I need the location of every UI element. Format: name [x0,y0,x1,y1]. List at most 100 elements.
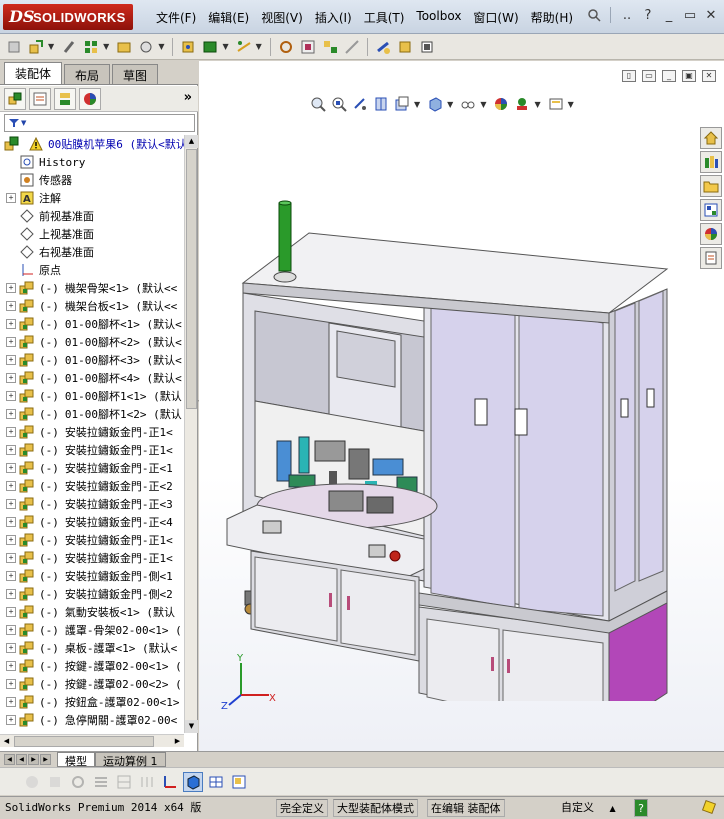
exploded-view-icon[interactable] [320,37,340,57]
display-style-icon[interactable] [459,95,477,113]
shaded-with-edges-icon[interactable] [183,771,203,792]
apply-scene-icon[interactable] [513,95,531,113]
axes-icon[interactable] [160,772,180,792]
section-icon[interactable] [45,772,65,792]
tree-component[interactable]: + (-) 機架骨架<1> (默认<< [0,279,184,297]
drawing-view-icon[interactable] [229,772,249,792]
display-manager-icon[interactable] [79,87,101,110]
chevron-down-icon[interactable]: ▼ [568,100,574,109]
instant3d-icon[interactable] [395,37,415,57]
start-button-right[interactable] [368,544,386,558]
pin-icon[interactable] [585,6,603,24]
insert-component-icon[interactable] [26,37,46,57]
tree-component[interactable]: + (-) 安裝拉鏽鈑金門-正<3 [0,495,184,513]
expand-toggle[interactable]: + [6,337,16,347]
tab-motion-study[interactable]: 运动算例 1 [95,752,166,768]
next-tab-arrow[interactable]: ▶ [28,754,39,765]
help-icon[interactable]: ? [639,6,657,24]
tab-assembly[interactable]: 装配体 [4,62,63,84]
view-settings-icon[interactable] [547,95,565,113]
tree-component[interactable]: + (-) 安裝拉鏽鈑金門-正1< [0,531,184,549]
chevron-down-icon[interactable]: ▼ [447,100,453,109]
tree-component[interactable]: + (-) 護罩-骨架02-00<1> ( [0,621,184,639]
tree-component[interactable]: + (-) 按鍵-護罩02-00<1> ( [0,657,184,675]
expand-toggle[interactable]: + [6,427,16,437]
tree-component[interactable]: + (-) 安裝拉鏽鈑金門-正<1 [0,459,184,477]
expand-toggle[interactable]: + [6,481,16,491]
expand-toggle[interactable]: + [6,553,16,563]
zoom-to-fit-icon[interactable] [309,95,327,113]
tree-component[interactable]: + (-) 急停閘關-護罩02-00< [0,711,184,729]
expand-toggle[interactable]: + [6,643,16,653]
tree-component[interactable]: + (-) 01-00腳杯<4> (默认< [0,369,184,387]
scroll-down-arrow[interactable]: ▼ [185,720,198,733]
expand-toggle[interactable]: + [6,661,16,671]
rotate-icon[interactable] [68,772,88,792]
restore-button[interactable]: ▭ [681,6,699,24]
lower-door[interactable] [254,556,338,642]
menu-toolbox[interactable]: Toolbox [410,9,467,27]
cabinet-door-right[interactable] [518,307,604,617]
large-assembly-mode-icon[interactable] [417,37,437,57]
graphics-area[interactable]: ▯ ▭ _ ▣ ✕ ▼ ▼ ▼ ▼ ▼ Y X Z [199,61,724,751]
tree-component[interactable]: + (-) 01-00腳杯<2> (默认< [0,333,184,351]
dynamic-annotation-icon[interactable] [393,95,411,113]
expand-toggle[interactable]: + [6,535,16,545]
expand-toggle[interactable]: + [6,499,16,509]
expand-toggle[interactable]: + [6,355,16,365]
explode-line-sketch-icon[interactable] [342,37,362,57]
view-orientation-icon[interactable] [426,95,444,113]
tree-component[interactable]: + (-) 01-00腳杯1<1> (默认 [0,387,184,405]
expand-toggle[interactable]: + [6,697,16,707]
chevron-down-icon[interactable]: ▼ [256,42,262,51]
tree-item[interactable]: History [0,153,184,171]
prev-tab-arrow[interactable]: ◀ [16,754,27,765]
scroll-left-arrow[interactable]: ◀ [0,735,13,748]
expand-toggle[interactable]: + [6,517,16,527]
bill-of-materials-icon[interactable] [298,37,318,57]
tree-component[interactable]: + (-) 安裝拉鏽鈑金門-正<2 [0,477,184,495]
tab-layout[interactable]: 布局 [64,64,111,84]
previous-view-icon[interactable] [351,95,369,113]
tree-component[interactable]: + (-) 安裝拉鏽鈑金門-正1< [0,423,184,441]
property-manager-icon[interactable] [29,87,51,110]
minimize-button[interactable]: _ [660,6,678,24]
new-motion-study-icon[interactable] [276,37,296,57]
start-button-left[interactable] [262,520,282,534]
expand-toggle[interactable]: + [6,625,16,635]
assembly-features-icon[interactable] [200,37,220,57]
chevron-down-icon[interactable]: ▼ [480,100,486,109]
tree-component[interactable]: + (-) 安裝拉鏽鈑金門-正1< [0,441,184,459]
expand-toggle[interactable]: + [6,715,16,725]
units-selector[interactable]: 自定义 ▲ [540,799,630,817]
tree-component[interactable]: + (-) 安裝拉鏽鈑金門-正1< [0,549,184,567]
tree-component[interactable]: + (-) 桌板-護罩<1> (默认< [0,639,184,657]
more-button[interactable]: .. [618,6,636,24]
chevron-down-icon[interactable]: ▼ [103,42,109,51]
close-button[interactable]: ✕ [702,6,720,24]
tab-sketch[interactable]: 草图 [112,64,159,84]
list-view-icon[interactable] [91,772,111,792]
chevron-down-icon[interactable]: ▼ [222,42,228,51]
show-hidden-icon[interactable] [178,37,198,57]
view-palette-icon[interactable] [700,199,722,221]
chevron-down-icon[interactable]: ▼ [158,42,164,51]
more-tabs-button[interactable]: » [184,90,192,105]
expand-toggle[interactable]: + [6,193,16,203]
viewport-minimize-button[interactable]: _ [662,70,676,82]
chevron-down-icon[interactable]: ▼ [534,100,540,109]
grid-view-icon[interactable] [114,772,134,792]
tree-component[interactable]: + (-) 安裝拉鏽鈑金門-側<2 [0,585,184,603]
tree-component[interactable]: + (-) 安裝拉鏽鈑金門-正<4 [0,513,184,531]
reference-geometry-icon[interactable] [234,37,254,57]
linear-pattern-icon[interactable] [81,37,101,57]
lower-door[interactable] [502,629,604,701]
section-view-icon[interactable] [372,95,390,113]
help-icon[interactable]: ? [634,799,648,817]
first-tab-arrow[interactable]: ◀ [4,754,15,765]
tree-item[interactable]: 原点 [0,261,184,279]
assembly-model-3d[interactable] [219,141,679,701]
expand-toggle[interactable]: + [6,463,16,473]
solidworks-resources-icon[interactable] [700,127,722,149]
expand-toggle[interactable]: + [6,301,16,311]
